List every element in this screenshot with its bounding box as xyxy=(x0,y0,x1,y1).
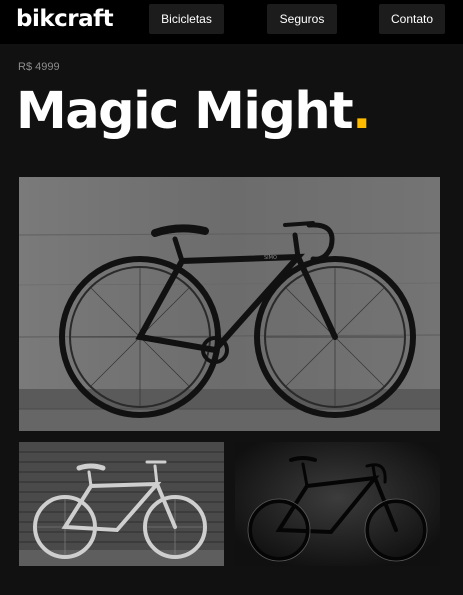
main-bike-photo: SIMO xyxy=(19,177,440,431)
nav-link-contato[interactable]: Contato xyxy=(379,4,445,34)
product-title-text: Magic Might xyxy=(16,82,354,141)
product-price: R$ 4999 xyxy=(18,61,60,73)
site-header: bikcraft Bicicletas Seguros Contato xyxy=(0,0,463,44)
product-title: Magic Might. xyxy=(16,80,371,144)
nav-link-seguros[interactable]: Seguros xyxy=(267,4,337,34)
nav-link-bicicletas[interactable]: Bicicletas xyxy=(149,4,224,34)
title-accent-dot: . xyxy=(352,82,371,141)
logo[interactable]: bikcraft xyxy=(16,5,114,33)
light-bike-photo xyxy=(19,442,224,566)
frame-brand-text: SIMO xyxy=(264,255,277,261)
dark-bike-photo xyxy=(235,442,440,566)
